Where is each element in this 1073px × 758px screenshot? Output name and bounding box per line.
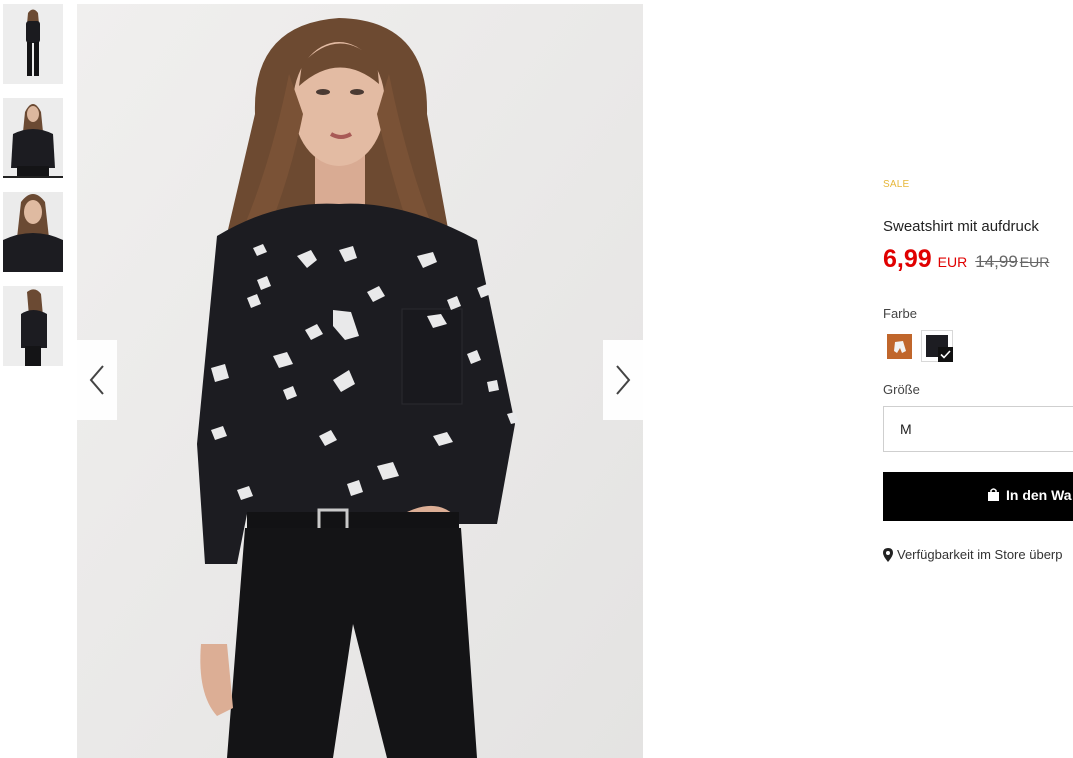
swatch-print-icon: [887, 334, 912, 359]
current-price: 6,99: [883, 245, 932, 273]
map-pin-icon: [883, 547, 893, 562]
size-selected-value: M: [900, 421, 912, 437]
store-availability-label: Verfügbarkeit im Store überp: [897, 547, 1063, 562]
current-price-currency: EUR: [937, 254, 968, 270]
color-swatch-black[interactable]: [921, 330, 953, 362]
sale-badge: SALE: [883, 179, 910, 190]
product-details-panel: SALE Sweatshirt mit aufdruck 6,99 EUR 14,9…: [883, 0, 1073, 758]
chevron-right-icon: [616, 365, 631, 395]
size-select[interactable]: M: [883, 406, 1073, 452]
check-icon: [938, 347, 953, 362]
original-price-currency: EUR: [1019, 254, 1050, 270]
thumbnail-1[interactable]: [3, 4, 63, 84]
chevron-left-icon: [89, 365, 104, 395]
color-swatch-orange[interactable]: [887, 334, 912, 359]
active-thumbnail-indicator: [3, 176, 63, 178]
product-title: Sweatshirt mit aufdruck: [883, 218, 1039, 235]
size-label: Größe: [883, 382, 920, 397]
thumbnail-3[interactable]: [3, 192, 63, 272]
original-price: 14,99: [975, 252, 1018, 271]
color-label: Farbe: [883, 306, 917, 321]
store-availability-link[interactable]: Verfügbarkeit im Store überp: [883, 547, 1062, 562]
main-product-image: [77, 4, 643, 758]
price-block: 6,99 EUR 14,99 EUR: [883, 245, 1049, 274]
thumbnail-2[interactable]: [3, 98, 63, 178]
shopping-bag-icon: [988, 488, 999, 501]
add-to-cart-button[interactable]: In den Wa: [883, 472, 1073, 521]
thumbnail-4[interactable]: [3, 286, 63, 366]
next-image-button[interactable]: [603, 340, 643, 420]
add-to-cart-label: In den Wa: [1006, 487, 1072, 503]
previous-image-button[interactable]: [77, 340, 117, 420]
